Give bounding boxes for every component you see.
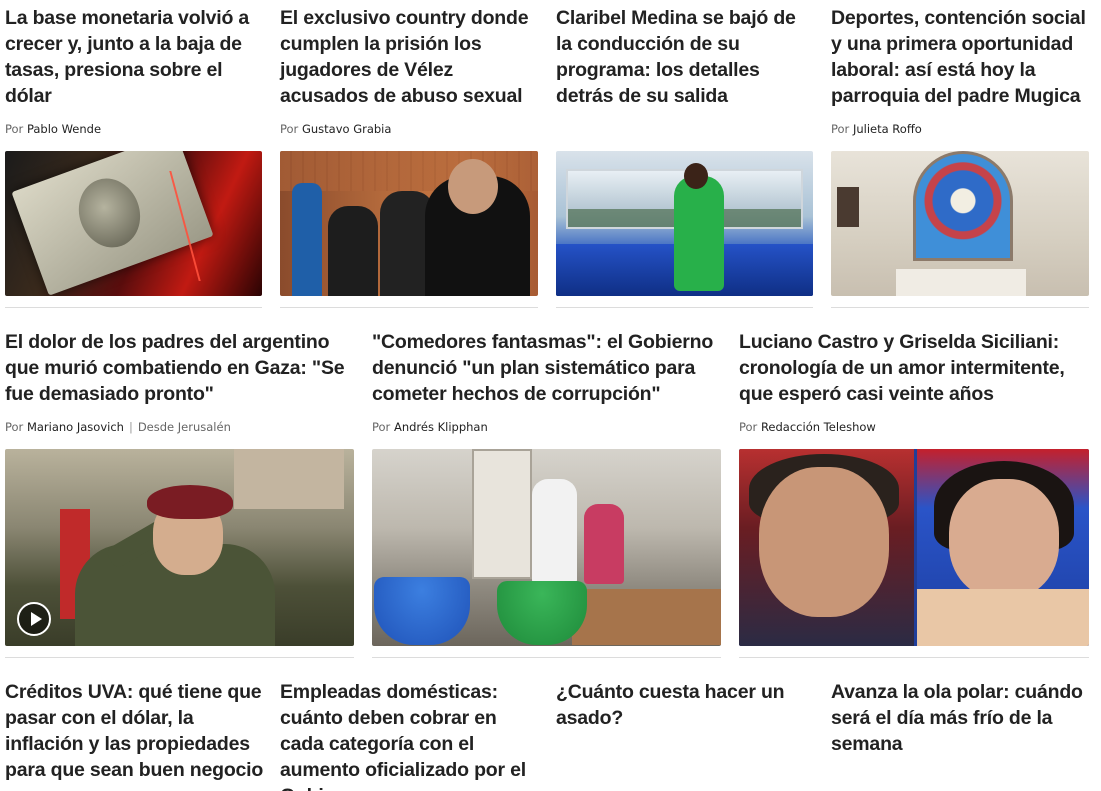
article-headline[interactable]: Empleadas domésticas: cuánto deben cobra…: [280, 679, 542, 791]
article-card[interactable]: La base monetaria volvió a crecer y, jun…: [5, 5, 260, 109]
article-headline[interactable]: El exclusivo country donde cumplen la pr…: [280, 5, 535, 109]
byline-prefix: Por: [831, 122, 850, 136]
byline-location: Desde Jerusalén: [137, 420, 231, 434]
article-headline[interactable]: Créditos UVA: qué tiene que pasar con el…: [5, 679, 267, 783]
tv-studio-photo[interactable]: [556, 151, 813, 296]
article-headline[interactable]: La base monetaria volvió a crecer y, jun…: [5, 5, 260, 109]
couple-photo[interactable]: [739, 449, 1089, 646]
divider: [831, 307, 1089, 308]
divider: [556, 307, 813, 308]
author-link[interactable]: Redacción Teleshow: [761, 420, 876, 434]
author-link[interactable]: Andrés Klipphan: [394, 420, 488, 434]
author-link[interactable]: Pablo Wende: [27, 122, 101, 136]
article-headline[interactable]: Claribel Medina se bajó de la conducción…: [556, 5, 814, 109]
divider: [5, 657, 354, 658]
divider: [5, 307, 262, 308]
byline-prefix: Por: [280, 122, 299, 136]
article-headline[interactable]: El dolor de los padres del argentino que…: [5, 329, 355, 407]
article-headline[interactable]: ¿Cuánto cuesta hacer un asado?: [556, 679, 814, 731]
article-card[interactable]: Luciano Castro y Griselda Siciliani: cro…: [739, 329, 1091, 407]
article-card[interactable]: Deportes, contención social y una primer…: [831, 5, 1091, 109]
article-card[interactable]: Créditos UVA: qué tiene que pasar con el…: [5, 679, 267, 783]
byline-prefix: Por: [372, 420, 391, 434]
author-link[interactable]: Gustavo Grabia: [302, 122, 391, 136]
byline-prefix: Por: [5, 420, 24, 434]
divider: [739, 657, 1089, 658]
dollar-bill-photo[interactable]: [5, 151, 262, 296]
article-byline: Por Pablo Wende: [5, 122, 101, 136]
stained-glass-photo[interactable]: [831, 151, 1089, 296]
article-headline[interactable]: Avanza la ola polar: cuándo será el día …: [831, 679, 1093, 757]
byline-separator: |: [128, 420, 133, 434]
soup-kitchen-photo[interactable]: [372, 449, 721, 646]
author-link[interactable]: Julieta Roffo: [853, 122, 922, 136]
article-byline: Por Andrés Klipphan: [372, 420, 488, 434]
author-link[interactable]: Mariano Jasovich: [27, 420, 124, 434]
article-card[interactable]: "Comedores fantasmas": el Gobierno denun…: [372, 329, 722, 407]
byline-prefix: Por: [739, 420, 758, 434]
article-byline: Por Julieta Roffo: [831, 122, 922, 136]
article-headline[interactable]: Deportes, contención social y una primer…: [831, 5, 1091, 109]
courtroom-photo[interactable]: [280, 151, 538, 296]
article-card[interactable]: El exclusivo country donde cumplen la pr…: [280, 5, 535, 109]
byline-prefix: Por: [5, 122, 24, 136]
article-byline: Por Mariano Jasovich | Desde Jerusalén: [5, 420, 231, 434]
article-headline[interactable]: Luciano Castro y Griselda Siciliani: cro…: [739, 329, 1091, 407]
divider: [372, 657, 721, 658]
soldier-photo[interactable]: [5, 449, 354, 646]
article-byline: Por Redacción Teleshow: [739, 420, 876, 434]
divider: [280, 307, 538, 308]
article-headline[interactable]: "Comedores fantasmas": el Gobierno denun…: [372, 329, 722, 407]
article-card[interactable]: Empleadas domésticas: cuánto deben cobra…: [280, 679, 542, 791]
article-card[interactable]: Claribel Medina se bajó de la conducción…: [556, 5, 814, 109]
article-byline: Por Gustavo Grabia: [280, 122, 391, 136]
play-video-icon[interactable]: [17, 602, 51, 636]
article-card[interactable]: El dolor de los padres del argentino que…: [5, 329, 355, 407]
article-card[interactable]: Avanza la ola polar: cuándo será el día …: [831, 679, 1093, 757]
article-card[interactable]: ¿Cuánto cuesta hacer un asado?: [556, 679, 814, 731]
